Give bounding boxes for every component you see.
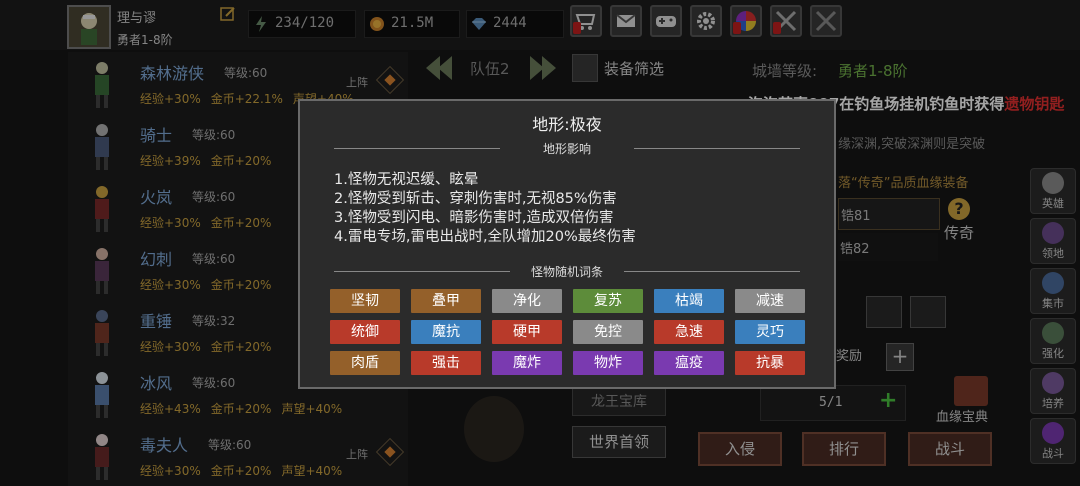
effect-line: 3.怪物受到闪电、暗影伤害时,造成双倍伤害 — [334, 210, 614, 226]
effect-line: 4.雷电专场,雷电出战时,全队增加20%最终伤害 — [334, 229, 636, 245]
effect-line: 1.怪物无视迟缓、眩晕 — [334, 172, 479, 188]
affix-tag[interactable]: 强击 — [411, 351, 481, 375]
affix-tag[interactable]: 抗暴 — [735, 351, 805, 375]
affix-tag[interactable]: 统御 — [330, 320, 400, 344]
affix-tag[interactable]: 减速 — [735, 289, 805, 313]
affix-tag[interactable]: 叠甲 — [411, 289, 481, 313]
affix-tag[interactable]: 物炸 — [573, 351, 643, 375]
section-divider-effects: 地形影响 — [334, 141, 800, 156]
section-divider-affixes: 怪物随机词条 — [334, 264, 800, 279]
affix-tag[interactable]: 净化 — [492, 289, 562, 313]
affix-tag[interactable]: 灵巧 — [735, 320, 805, 344]
effect-line: 2.怪物受到斩击、穿刺伤害时,无视85%伤害 — [334, 191, 617, 207]
terrain-modal: 地形:极夜 地形影响 1.怪物无视迟缓、眩晕 2.怪物受到斩击、穿刺伤害时,无视… — [298, 99, 836, 389]
affix-tag[interactable]: 复苏 — [573, 289, 643, 313]
affix-tag[interactable]: 魔炸 — [492, 351, 562, 375]
affix-tag[interactable]: 硬甲 — [492, 320, 562, 344]
affix-tag[interactable]: 免控 — [573, 320, 643, 344]
affix-tag[interactable]: 魔抗 — [411, 320, 481, 344]
affix-tag[interactable]: 肉盾 — [330, 351, 400, 375]
affix-tag[interactable]: 枯竭 — [654, 289, 724, 313]
affix-tag[interactable]: 坚韧 — [330, 289, 400, 313]
effects-list: 1.怪物无视迟缓、眩晕 2.怪物受到斩击、穿刺伤害时,无视85%伤害 3.怪物受… — [334, 171, 636, 247]
affix-tag[interactable]: 急速 — [654, 320, 724, 344]
modal-title: 地形:极夜 — [532, 115, 602, 134]
affix-tag[interactable]: 瘟疫 — [654, 351, 724, 375]
